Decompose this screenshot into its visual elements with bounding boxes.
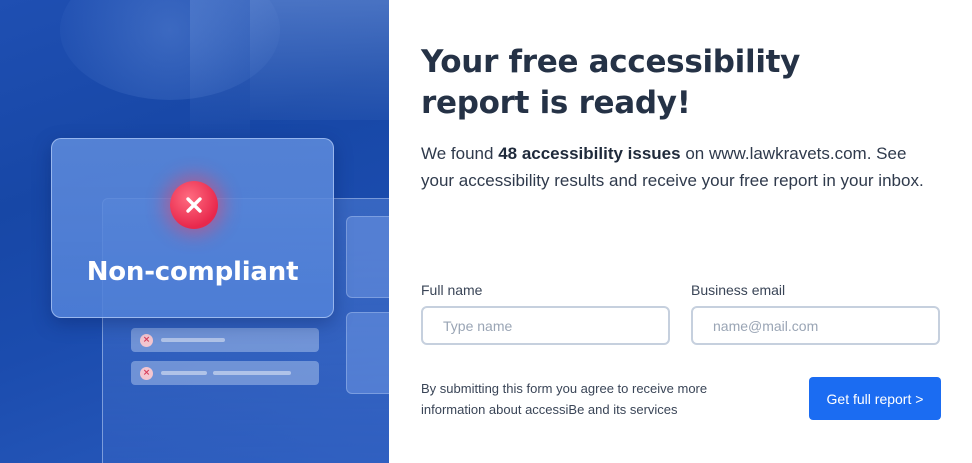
consent-text: By submitting this form you agree to rec… — [421, 381, 708, 417]
background-tile — [346, 216, 389, 298]
error-icon: × — [140, 366, 153, 380]
report-modal: × × Non-compliant Your free accessibilit… — [0, 0, 972, 463]
close-icon-glyph — [186, 197, 202, 213]
full-name-label: Full name — [421, 282, 483, 298]
issue-count: 48 accessibility issues — [498, 144, 681, 163]
business-email-label: Business email — [691, 282, 786, 298]
business-email-input[interactable] — [691, 306, 940, 345]
issue-row: × — [131, 328, 319, 352]
close-icon — [170, 181, 218, 229]
full-name-input[interactable] — [421, 306, 670, 345]
page-title: Your free accessibility report is ready! — [421, 44, 801, 121]
background-streak — [190, 0, 250, 150]
error-icon: × — [140, 333, 153, 347]
get-full-report-button[interactable]: Get full report > — [809, 377, 941, 420]
background-tile — [346, 312, 389, 394]
illustration-panel: × × Non-compliant — [0, 0, 389, 463]
compliance-status-card: Non-compliant — [51, 138, 334, 318]
placeholder-line — [161, 371, 207, 375]
background-glow — [250, 0, 389, 120]
placeholder-line — [161, 338, 225, 342]
description-text: We found — [421, 144, 499, 163]
form-panel: Your free accessibility report is ready!… — [389, 0, 972, 463]
compliance-status-label: Non-compliant — [86, 257, 299, 287]
placeholder-line — [213, 371, 291, 375]
report-description: We found 48 accessibility issues on www.… — [421, 140, 941, 194]
issue-row: × — [131, 361, 319, 385]
